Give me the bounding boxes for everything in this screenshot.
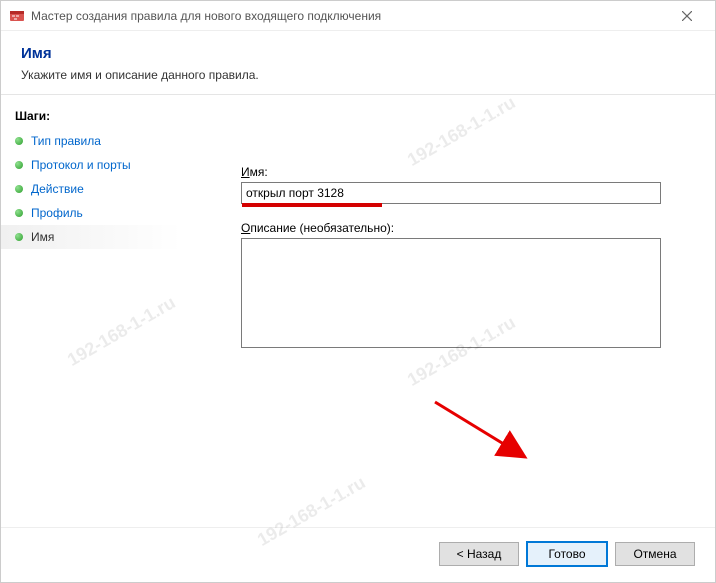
- description-label: Описание (необязательно):: [241, 221, 691, 235]
- step-name[interactable]: Имя: [1, 225, 181, 249]
- name-label: Имя:: [241, 165, 691, 179]
- step-profile[interactable]: Профиль: [1, 201, 181, 225]
- description-textarea[interactable]: [241, 238, 661, 348]
- wizard-window: Мастер создания правила для нового входя…: [0, 0, 716, 583]
- steps-heading: Шаги:: [1, 105, 181, 129]
- window-title: Мастер создания правила для нового входя…: [31, 9, 667, 23]
- bullet-icon: [15, 185, 23, 193]
- step-label: Протокол и порты: [31, 158, 131, 172]
- step-protocol-ports[interactable]: Протокол и порты: [1, 153, 181, 177]
- titlebar: Мастер создания правила для нового входя…: [1, 1, 715, 31]
- name-input[interactable]: [241, 182, 661, 204]
- wizard-body: Шаги: Тип правила Протокол и порты Дейст…: [1, 94, 715, 527]
- step-label: Действие: [31, 182, 84, 196]
- finish-button[interactable]: Готово: [527, 542, 607, 566]
- close-button[interactable]: [667, 2, 707, 30]
- bullet-icon: [15, 233, 23, 241]
- bullet-icon: [15, 137, 23, 145]
- wizard-header: Имя Укажите имя и описание данного прави…: [1, 31, 715, 94]
- step-action[interactable]: Действие: [1, 177, 181, 201]
- back-button[interactable]: < Назад: [439, 542, 519, 566]
- steps-sidebar: Шаги: Тип правила Протокол и порты Дейст…: [1, 95, 181, 527]
- page-title: Имя: [21, 45, 695, 62]
- step-label: Профиль: [31, 206, 83, 220]
- firewall-icon: [9, 8, 25, 24]
- footer: < Назад Готово Отмена: [1, 527, 715, 582]
- page-description: Укажите имя и описание данного правила.: [21, 68, 695, 82]
- cancel-button[interactable]: Отмена: [615, 542, 695, 566]
- step-rule-type[interactable]: Тип правила: [1, 129, 181, 153]
- close-icon: [682, 11, 692, 21]
- step-label: Имя: [31, 230, 54, 244]
- step-label: Тип правила: [31, 134, 101, 148]
- main-panel: Имя: Описание (необязательно):: [181, 95, 715, 527]
- bullet-icon: [15, 161, 23, 169]
- bullet-icon: [15, 209, 23, 217]
